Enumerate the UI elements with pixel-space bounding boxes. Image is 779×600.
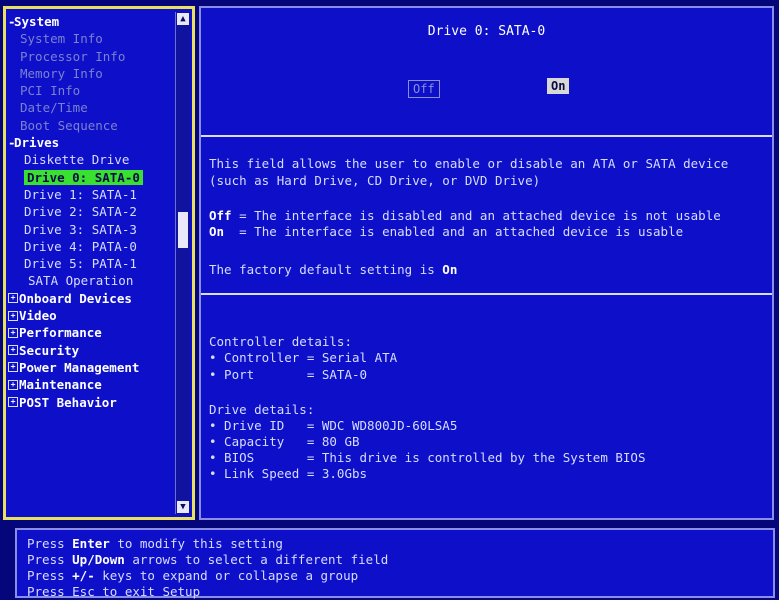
help-key: Up/Down — [72, 552, 125, 567]
help-line: Press +/- keys to expand or collapse a g… — [27, 568, 358, 584]
setting-details-panel: Drive 0: SATA-0 Off On This field allows… — [199, 6, 774, 520]
expand-plus-icon[interactable]: + — [8, 327, 18, 338]
tree-item-label: Memory Info — [20, 65, 103, 81]
tree-group-drives[interactable]: -Drives — [8, 134, 176, 151]
help-text: to modify this setting — [109, 536, 283, 551]
factory-default-value: On — [442, 262, 458, 277]
tree-item-label: Drive 4: PATA-0 — [24, 238, 137, 254]
help-key: +/- — [72, 568, 95, 583]
controller-details-header: Controller details: — [209, 334, 352, 349]
tree-item-drive-3[interactable]: Drive 3: SATA-3 — [8, 221, 176, 238]
help-text: arrows to select a different field — [124, 552, 389, 567]
off-keyword: Off — [209, 208, 232, 223]
bios-detail: • BIOS = This drive is controlled by the… — [209, 450, 646, 465]
tree-item-boot-sequence[interactable]: Boot Sequence — [8, 117, 176, 134]
expand-plus-icon[interactable]: + — [8, 397, 18, 408]
tree-item-date-time[interactable]: Date/Time — [8, 99, 176, 116]
description-line: This field allows the user to enable or … — [209, 156, 729, 171]
tree-item-drive-5[interactable]: Drive 5: PATA-1 — [8, 255, 176, 272]
on-explanation: On = The interface is enabled and an att… — [209, 224, 683, 240]
on-keyword: On — [209, 224, 225, 239]
description-line: (such as Hard Drive, CD Drive, or DVD Dr… — [209, 173, 541, 188]
tree-group-video[interactable]: + Video — [8, 307, 176, 324]
drive-details-header: Drive details: — [209, 402, 315, 417]
help-line: Press Esc to exit Setup — [27, 584, 201, 599]
port-detail: • Port = SATA-0 — [209, 367, 368, 382]
tree-item-label: Boot Sequence — [20, 117, 118, 133]
tree-group-label: Onboard Devices — [19, 290, 132, 306]
tree-item-label: Drive 5: PATA-1 — [24, 256, 137, 272]
tree-item-label: Processor Info — [20, 48, 126, 64]
on-option[interactable]: On — [547, 78, 570, 94]
tree-group-label: Drives — [14, 135, 60, 151]
tree-item-drive-0[interactable]: Drive 0: SATA-0 — [8, 169, 176, 186]
setup-tree-panel: -System System Info Processor Info Memor… — [3, 6, 195, 520]
factory-default-text: The factory default setting is — [209, 262, 443, 277]
link-speed-detail: • Link Speed = 3.0Gbs — [209, 466, 368, 481]
on-explanation-text: = The interface is enabled and an attach… — [224, 224, 684, 239]
tree-group-label: Performance — [19, 325, 102, 341]
tree-item-diskette-drive[interactable]: Diskette Drive — [8, 151, 176, 168]
tree-group-label: Power Management — [19, 359, 140, 375]
tree-group-maintenance[interactable]: + Maintenance — [8, 376, 176, 393]
scroll-up-arrow-icon[interactable]: ▲ — [177, 13, 189, 25]
divider — [201, 293, 772, 295]
tree-item-drive-1[interactable]: Drive 1: SATA-1 — [8, 186, 176, 203]
setting-title: Drive 0: SATA-0 — [427, 24, 546, 39]
drive-id-detail: • Drive ID = WDC WD800JD-60LSA5 — [209, 418, 458, 433]
help-text: keys to expand or collapse a group — [94, 568, 359, 583]
help-text: Press — [27, 552, 73, 567]
tree-group-security[interactable]: + Security — [8, 342, 176, 359]
help-text: Press — [27, 536, 73, 551]
tree-item-label: Drive 3: SATA-3 — [24, 221, 137, 237]
tree-group-performance[interactable]: + Performance — [8, 324, 176, 341]
tree-group-onboard-devices[interactable]: + Onboard Devices — [8, 290, 176, 307]
tree-group-label: System — [14, 14, 60, 29]
tree-item-pci-info[interactable]: PCI Info — [8, 82, 176, 99]
help-line: Press Up/Down arrows to select a differe… — [27, 552, 388, 568]
expand-plus-icon[interactable]: + — [8, 362, 18, 373]
help-line: Press Enter to modify this setting — [27, 536, 283, 552]
help-text: Press — [27, 568, 73, 583]
expand-plus-icon[interactable]: + — [8, 293, 18, 304]
tree-item-label: System Info — [20, 31, 103, 47]
expand-plus-icon[interactable]: + — [8, 379, 18, 390]
controller-detail: • Controller = Serial ATA — [209, 350, 398, 365]
tree-item-drive-4[interactable]: Drive 4: PATA-0 — [8, 238, 176, 255]
tree-group-label: Security — [19, 342, 80, 358]
scroll-thumb[interactable] — [178, 212, 188, 248]
tree-group-label: POST Behavior — [19, 394, 117, 410]
tree-item-drive-2[interactable]: Drive 2: SATA-2 — [8, 203, 176, 220]
tree-item-sata-operation[interactable]: SATA Operation — [8, 272, 176, 289]
tree-item-label: Drive 1: SATA-1 — [24, 186, 137, 202]
tree-group-system[interactable]: -System — [8, 13, 176, 30]
off-option[interactable]: Off — [408, 80, 440, 98]
tree-group-label: Maintenance — [19, 377, 102, 393]
help-bar: Press Enter to modify this setting Press… — [15, 528, 775, 599]
help-key: Enter — [72, 536, 110, 551]
factory-default-line: The factory default setting is On — [209, 262, 457, 278]
tree-group-power-management[interactable]: + Power Management — [8, 359, 176, 376]
off-explanation-text: = The interface is disabled and an attac… — [231, 208, 721, 223]
scroll-down-arrow-icon[interactable]: ▼ — [177, 501, 189, 513]
setup-tree: -System System Info Processor Info Memor… — [8, 13, 176, 411]
tree-item-label: Drive 2: SATA-2 — [24, 204, 137, 220]
tree-group-label: Video — [19, 308, 57, 324]
tree-item-label: SATA Operation — [28, 273, 134, 289]
expand-plus-icon[interactable]: + — [8, 310, 18, 321]
tree-item-label: Drive 0: SATA-0 — [24, 169, 143, 185]
tree-item-label: PCI Info — [20, 83, 81, 99]
tree-item-memory-info[interactable]: Memory Info — [8, 65, 176, 82]
tree-item-label: Date/Time — [20, 100, 88, 116]
tree-group-post-behavior[interactable]: + POST Behavior — [8, 394, 176, 411]
divider — [201, 135, 772, 137]
tree-item-system-info[interactable]: System Info — [8, 30, 176, 47]
tree-scrollbar[interactable]: ▲ ▼ — [175, 12, 190, 514]
off-explanation: Off = The interface is disabled and an a… — [209, 208, 721, 224]
capacity-detail: • Capacity = 80 GB — [209, 434, 360, 449]
tree-item-processor-info[interactable]: Processor Info — [8, 48, 176, 65]
tree-item-label: Diskette Drive — [24, 152, 130, 168]
expand-plus-icon[interactable]: + — [8, 345, 18, 356]
